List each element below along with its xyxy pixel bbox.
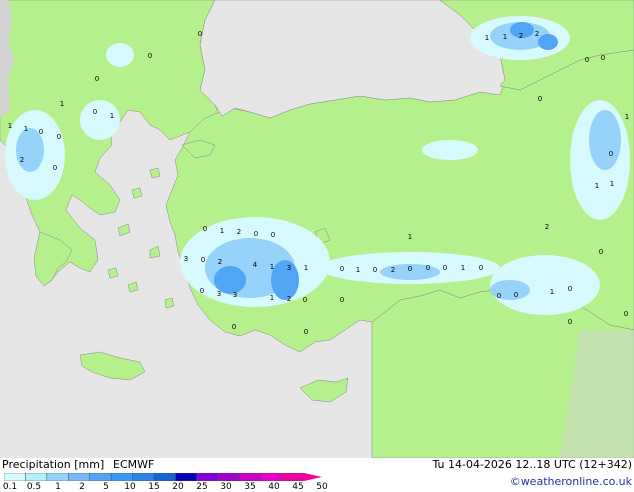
color-scale-tick-label: 25 <box>196 482 208 492</box>
precip-value-label: 0 <box>609 150 613 158</box>
color-scale-tick-label: 15 <box>148 482 160 492</box>
precip-value-label: 2 <box>391 266 395 274</box>
color-scale-tick-label: 35 <box>244 482 256 492</box>
precip-value-label: 2 <box>287 295 291 303</box>
precip-value-label: 0 <box>599 248 603 256</box>
footer: Precipitation [mm] ECMWF Tu 14-04-2026 1… <box>0 458 634 492</box>
precip-value-label: 0 <box>93 108 97 116</box>
precip-value-label: 0 <box>53 164 57 172</box>
precip-value-label: 1 <box>610 180 614 188</box>
precip-value-label: 1 <box>503 33 507 41</box>
precip-value-label: 0 <box>538 95 542 103</box>
precip-value-label: 1 <box>408 233 412 241</box>
precip-value-label: 0 <box>601 54 605 62</box>
precip-value-label: 3 <box>287 264 291 272</box>
precip-value-label: 0 <box>303 296 307 304</box>
color-scale-tick-label: 45 <box>292 482 304 492</box>
map-svg: 0 0 0 1 0 1 1 1 0 0 2 0 1 1 2 2 0 0 0 1 0 1 1 2 0 0 0 0 1 0 1 2 0 0 1 3 0 2 4 1… <box>0 0 634 458</box>
precip-value-label: 2 <box>545 223 549 231</box>
color-scale-tick-label: 10 <box>124 482 136 492</box>
precip-value-label: 0 <box>585 56 589 64</box>
precip-value-label: 1 <box>485 34 489 42</box>
color-scale-swatch <box>239 473 262 481</box>
precip-value-label: 1 <box>110 112 114 120</box>
precip-value-label: 0 <box>271 231 275 239</box>
precip-value-label: 1 <box>461 264 465 272</box>
color-scale-swatch <box>175 473 198 481</box>
precip-value-label: 0 <box>148 52 152 60</box>
precip-value-label: 2 <box>535 30 539 38</box>
precip-value-label: 0 <box>373 266 377 274</box>
color-scale-swatch <box>68 473 90 481</box>
color-scale-arrow <box>304 473 322 481</box>
precip-value-label: 1 <box>356 266 360 274</box>
color-scale-swatch <box>218 473 240 481</box>
color-scale-swatch <box>132 473 155 481</box>
precip-value-label: 1 <box>550 288 554 296</box>
precip-value-label: 2 <box>519 32 523 40</box>
precip-value-label: 0 <box>443 264 447 272</box>
precip-value-label: 0 <box>203 225 207 233</box>
precip-value-label: 1 <box>220 227 224 235</box>
precip-value-label: 1 <box>304 264 308 272</box>
precip-value-label: 4 <box>253 261 258 269</box>
precip-value-label: 3 <box>184 255 188 263</box>
valid-time: Tu 14-04-2026 12..18 UTC (12+342) <box>432 458 632 471</box>
color-scale-swatch <box>110 473 133 481</box>
color-scale-swatch <box>46 473 69 481</box>
precip-value-label: 0 <box>479 264 483 272</box>
precip-value-label: 0 <box>624 310 628 318</box>
precip-value-label: 0 <box>426 264 430 272</box>
precip-value-label: 0 <box>568 318 572 326</box>
color-scale-swatch <box>282 473 305 481</box>
precip-value-label: 0 <box>95 75 99 83</box>
color-scale-tick-label: 40 <box>268 482 280 492</box>
precip-value-label: 0 <box>514 291 518 299</box>
color-scale-tick-label: 2 <box>79 482 85 492</box>
color-scale-tick-label: 20 <box>172 482 184 492</box>
precip-value-label: 2 <box>237 228 241 236</box>
precip-value-label: 1 <box>60 100 64 108</box>
precip-value-label: 0 <box>340 296 344 304</box>
precip-value-label: 0 <box>232 323 236 331</box>
precip-value-label: 3 <box>233 291 237 299</box>
site-credit[interactable]: ©weatheronline.co.uk <box>510 475 632 488</box>
precip-value-label: 0 <box>497 292 501 300</box>
color-scale-tick-label: 50 <box>316 482 328 492</box>
precip-value-label: 0 <box>57 133 61 141</box>
precipitation-map: 0 0 0 1 0 1 1 1 0 0 2 0 1 1 2 2 0 0 0 1 0 1 1 2 0 0 0 0 1 0 1 2 0 0 1 3 0 2 4 1… <box>0 0 634 458</box>
precip-value-label: 3 <box>217 290 221 298</box>
color-scale-tick-label: 0.1 <box>2 482 18 492</box>
color-scale-tick-label: 1 <box>55 482 61 492</box>
precip-value-label: 1 <box>270 294 274 302</box>
precip-value-label: 0 <box>568 285 572 293</box>
precip-value-label: 0 <box>39 128 43 136</box>
precip-value-label: 1 <box>8 122 12 130</box>
precip-value-label: 0 <box>201 256 205 264</box>
precip-value-label: 1 <box>270 263 274 271</box>
color-scale <box>4 473 322 481</box>
color-scale-swatch <box>89 473 112 481</box>
precip-value-label: 0 <box>408 265 412 273</box>
precip-value-label: 1 <box>625 113 629 121</box>
precip-value-label: 0 <box>304 328 308 336</box>
precip-value-label: 2 <box>20 156 24 164</box>
precip-value-label: 0 <box>254 230 258 238</box>
legend-title: Precipitation [mm] <box>2 458 105 471</box>
precip-value-label: 0 <box>200 287 204 295</box>
color-scale-swatch <box>153 473 176 481</box>
color-scale-tick-label: 5 <box>103 482 109 492</box>
precip-value-label: 1 <box>24 125 28 133</box>
color-scale-swatch <box>260 473 283 481</box>
precip-value-label: 0 <box>340 265 344 273</box>
color-scale-swatch <box>196 473 219 481</box>
precip-value-label: 2 <box>218 258 222 266</box>
model-name: ECMWF <box>113 458 155 471</box>
precip-value-label: 0 <box>198 30 202 38</box>
color-scale-swatch <box>4 473 26 481</box>
color-scale-swatch <box>25 473 48 481</box>
color-scale-tick-label: 0.5 <box>26 482 42 492</box>
precip-value-label: 1 <box>595 182 599 190</box>
color-scale-tick-label: 30 <box>220 482 232 492</box>
